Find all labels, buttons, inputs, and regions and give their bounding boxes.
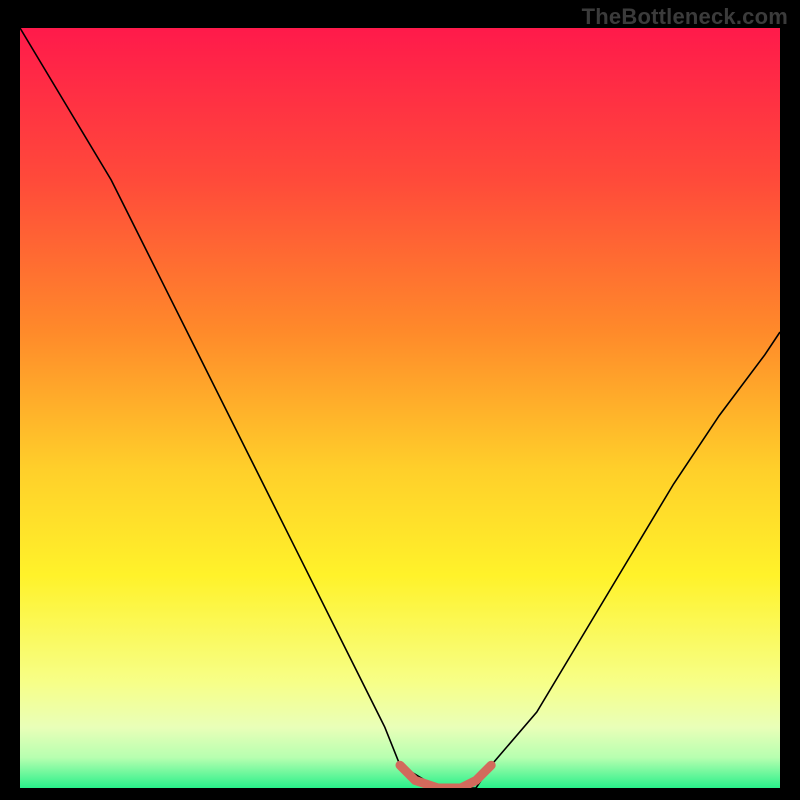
heat-background xyxy=(20,28,780,788)
plot-area xyxy=(20,28,780,788)
chart-frame: TheBottleneck.com xyxy=(0,0,800,800)
chart-svg xyxy=(20,28,780,788)
watermark-text: TheBottleneck.com xyxy=(582,4,788,30)
